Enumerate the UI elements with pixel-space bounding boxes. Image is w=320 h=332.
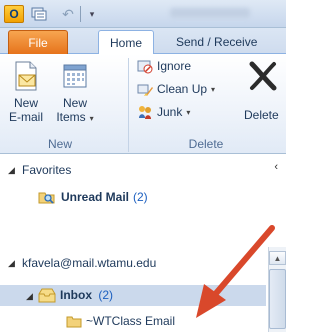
inbox-count: (2) [98,288,114,302]
group-label-new: New [47,137,72,151]
clean-up-button[interactable]: Clean Up ▾ [136,79,215,99]
nav-scrollbar[interactable]: ▲ [268,247,286,332]
new-items-label-2: Items ▾ [56,110,94,124]
navigation-pane: ◢ Favorites ‹ Unread Mail (2) ◢ kfavela@… [0,155,286,332]
new-email-label-1: New [13,96,38,110]
folder-icon [66,315,82,328]
expand-triangle-icon[interactable]: ◢ [8,258,15,269]
junk-icon [136,104,154,120]
unread-mail-folder[interactable]: Unread Mail (2) [38,189,148,205]
new-email-label-2: E-mail [8,110,43,124]
dropdown-icon: ▾ [186,107,191,117]
ignore-button[interactable]: Ignore [136,56,191,76]
send-receive-all-icon[interactable] [30,5,48,23]
new-items-icon [59,60,91,92]
tab-home[interactable]: Home [98,30,154,55]
window-title [170,8,250,18]
expand-triangle-icon[interactable]: ◢ [26,291,33,302]
ignore-icon [136,58,154,74]
unread-mail-count: (2) [133,190,148,204]
junk-button[interactable]: Junk ▾ [136,102,190,122]
new-items-button[interactable]: New Items ▾ [50,58,100,134]
group-label-delete: Delete [188,137,224,151]
new-email-icon [10,60,42,92]
search-folder-icon [38,189,56,205]
delete-icon [248,60,280,92]
clean-up-icon [136,81,154,97]
clean-up-label: Clean Up [157,82,208,96]
account-row[interactable]: ◢ kfavela@mail.wtamu.edu [0,253,266,273]
new-email-button[interactable]: New E-mail [4,58,48,134]
ribbon: New E-mail New Items ▾ New Ignore Clean … [0,54,286,154]
inbox-text: Inbox (2) [60,288,113,302]
tab-file[interactable]: File [8,30,68,54]
title-bar: O ↶ ▾ [0,0,286,28]
group-separator [128,58,129,152]
new-items-label-1: New [62,96,87,110]
toolbar-separator [80,6,82,22]
unread-mail-label: Unread Mail [61,190,130,204]
expand-triangle-icon[interactable]: ◢ [8,165,15,176]
inbox-folder[interactable]: ◢ Inbox (2) [0,285,266,306]
account-label: kfavela@mail.wtamu.edu [22,256,157,270]
outlook-icon[interactable]: O [4,5,24,23]
scroll-thumb[interactable] [269,269,286,329]
junk-label: Junk [157,105,183,119]
ribbon-tabs: File Home Send / Receive [0,28,286,55]
tab-send-receive[interactable]: Send / Receive [165,30,268,54]
dropdown-icon: ▾ [211,84,216,94]
dropdown-icon: ▾ [89,114,94,123]
minimize-pane-icon[interactable]: ‹ [274,161,278,173]
delete-label: Delete [244,108,279,122]
inbox-icon [38,288,56,303]
inbox-label: Inbox [60,288,92,302]
ignore-label: Ignore [157,59,192,73]
wtclass-email-folder[interactable]: ~WTClass Email [0,310,266,332]
wtclass-email-label: ~WTClass Email [86,314,176,328]
undo-icon[interactable]: ↶ [60,5,76,23]
favorites-header[interactable]: Favorites [22,163,71,177]
delete-button[interactable]: Delete [244,58,288,134]
scroll-up-arrow-icon[interactable]: ▲ [269,251,286,265]
customize-quick-access-icon[interactable]: ▾ [86,5,98,23]
